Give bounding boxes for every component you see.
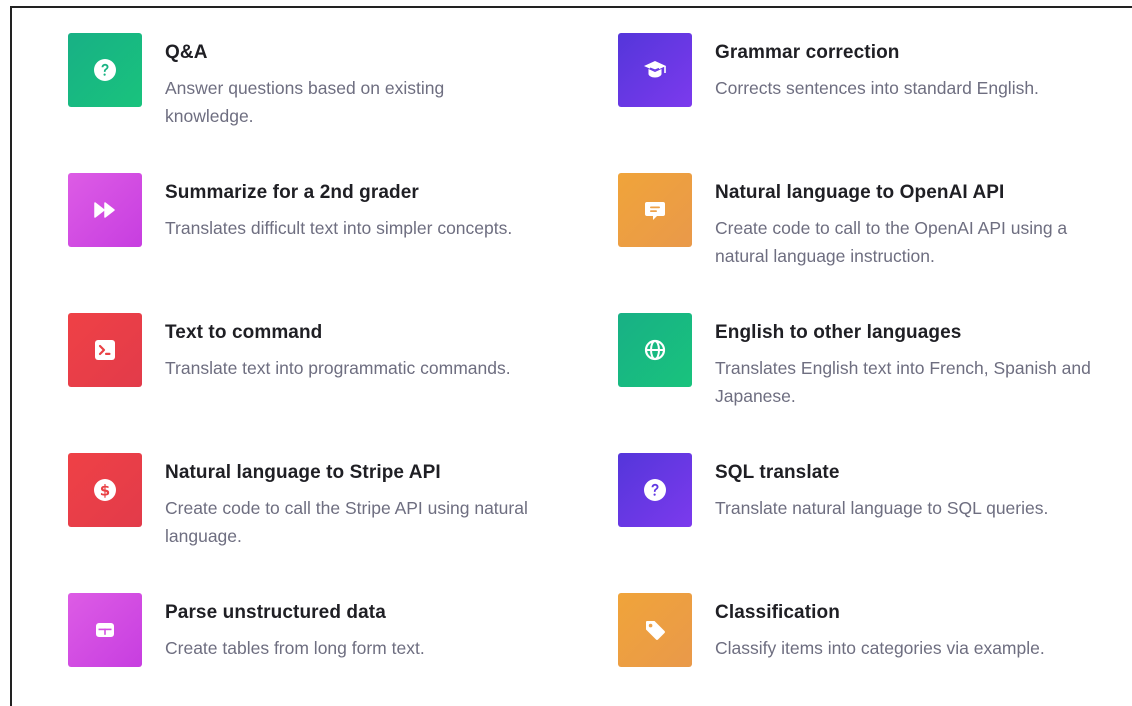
example-description: Translate natural language to SQL querie…	[715, 498, 1049, 518]
example-qa[interactable]: Q&A Answer questions based on existing k…	[68, 33, 548, 133]
example-title: Text to command	[165, 322, 323, 343]
question-icon	[92, 57, 118, 83]
example-classification[interactable]: Classification Classify items into categ…	[618, 593, 1098, 693]
example-grammar-correction[interactable]: Grammar correction Corrects sentences in…	[618, 33, 1098, 133]
svg-text:$: $	[100, 482, 110, 500]
example-title: Natural language to OpenAI API	[715, 182, 1005, 203]
example-english-to-other-languages[interactable]: English to other languages Translates En…	[618, 313, 1098, 413]
example-summarize-2nd-grader[interactable]: Summarize for a 2nd grader Translates di…	[68, 173, 548, 273]
terminal-icon	[92, 337, 118, 363]
example-summarize-tile	[68, 173, 142, 247]
example-description: Classify items into categories via examp…	[715, 638, 1045, 658]
example-description: Corrects sentences into standard English…	[715, 78, 1039, 98]
example-sql-tile	[618, 453, 692, 527]
example-nl-to-openai-api[interactable]: Natural language to OpenAI API Create co…	[618, 173, 1098, 273]
example-title: English to other languages	[715, 322, 962, 343]
example-description: Translates difficult text into simpler c…	[165, 218, 513, 238]
dollar-icon: $	[92, 477, 118, 503]
example-description: Create tables from long form text.	[165, 638, 425, 658]
example-nl-to-stripe-api[interactable]: $ Natural language to Stripe API Create …	[68, 453, 548, 553]
example-title: Summarize for a 2nd grader	[165, 182, 419, 203]
example-grammar-tile	[618, 33, 692, 107]
example-description: Translates English text into French, Spa…	[715, 358, 1091, 406]
example-title: Parse unstructured data	[165, 602, 386, 623]
example-english-tile	[618, 313, 692, 387]
example-description: Create code to call to the OpenAI API us…	[715, 218, 1068, 266]
example-classification-tile	[618, 593, 692, 667]
example-stripe-api-tile: $	[68, 453, 142, 527]
example-parse-unstructured-data[interactable]: Parse unstructured data Create tables fr…	[68, 593, 548, 693]
example-description: Create code to call the Stripe API using…	[165, 498, 528, 546]
example-text-to-command-tile	[68, 313, 142, 387]
table-icon	[92, 617, 118, 643]
example-title: Classification	[715, 602, 840, 623]
fast-forward-icon	[92, 199, 118, 221]
globe-icon	[642, 337, 668, 363]
example-sql-translate[interactable]: SQL translate Translate natural language…	[618, 453, 1098, 553]
example-text-to-command[interactable]: Text to command Translate text into prog…	[68, 313, 548, 413]
example-title: Natural language to Stripe API	[165, 462, 441, 483]
example-openai-api-tile	[618, 173, 692, 247]
example-parse-tile	[68, 593, 142, 667]
graduation-cap-icon	[641, 57, 669, 83]
example-description: Translate text into programmatic command…	[165, 358, 511, 378]
question-icon	[642, 477, 668, 503]
example-qa-tile	[68, 33, 142, 107]
example-title: Grammar correction	[715, 42, 900, 63]
tag-icon	[642, 617, 668, 643]
example-title: Q&A	[165, 42, 208, 63]
message-icon	[642, 197, 668, 223]
example-description: Answer questions based on existing knowl…	[165, 78, 445, 126]
example-title: SQL translate	[715, 462, 840, 483]
